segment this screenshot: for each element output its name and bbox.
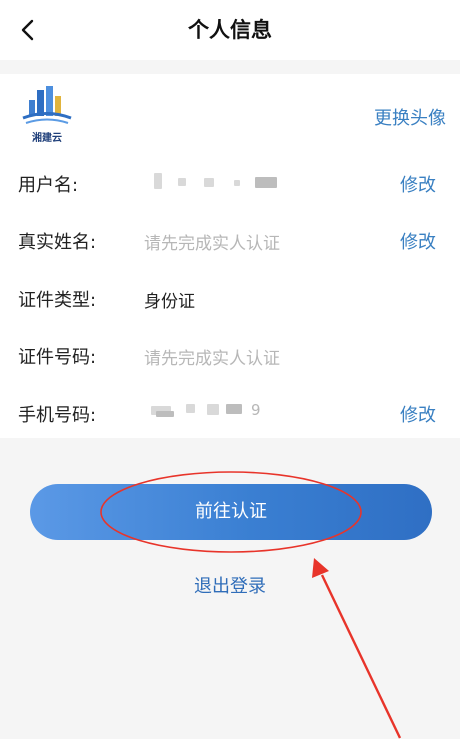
real-name-label: 真实姓名:	[18, 232, 97, 253]
edit-username-button[interactable]: 修改	[400, 171, 436, 197]
username-label: 用户名:	[18, 175, 79, 196]
header-divider	[0, 60, 460, 74]
annotation-arrow-line	[320, 574, 402, 739]
edit-phone-button[interactable]: 修改	[400, 401, 436, 427]
go-verify-button[interactable]: 前往认证	[30, 484, 432, 540]
change-avatar-link[interactable]: 更换头像	[374, 104, 446, 130]
redaction-block	[207, 404, 219, 415]
redaction-block	[226, 404, 242, 414]
id-number-label: 证件号码:	[18, 347, 97, 368]
avatar[interactable]: 湘建云	[20, 82, 74, 144]
page-title: 个人信息	[188, 18, 272, 42]
id-type-value: 身份证	[144, 292, 195, 312]
avatar-caption: 湘建云	[32, 133, 62, 144]
building-logo-icon	[22, 86, 72, 124]
redaction-block	[156, 411, 174, 417]
id-number-value: 请先完成实人认证	[144, 349, 280, 369]
real-name-value: 请先完成实人认证	[144, 234, 280, 254]
redaction-block	[234, 180, 240, 186]
logout-button[interactable]: 退出登录	[0, 572, 460, 598]
redaction-block	[255, 177, 277, 188]
redaction-block	[178, 178, 186, 186]
redaction-block	[204, 178, 214, 187]
id-type-label: 证件类型:	[18, 290, 97, 311]
phone-label: 手机号码:	[18, 405, 97, 426]
edit-real-name-button[interactable]: 修改	[400, 228, 436, 254]
redaction-block	[154, 173, 162, 189]
redaction-block	[186, 404, 195, 413]
top-bar: 个人信息	[0, 0, 460, 60]
phone-value: 9	[251, 401, 261, 419]
